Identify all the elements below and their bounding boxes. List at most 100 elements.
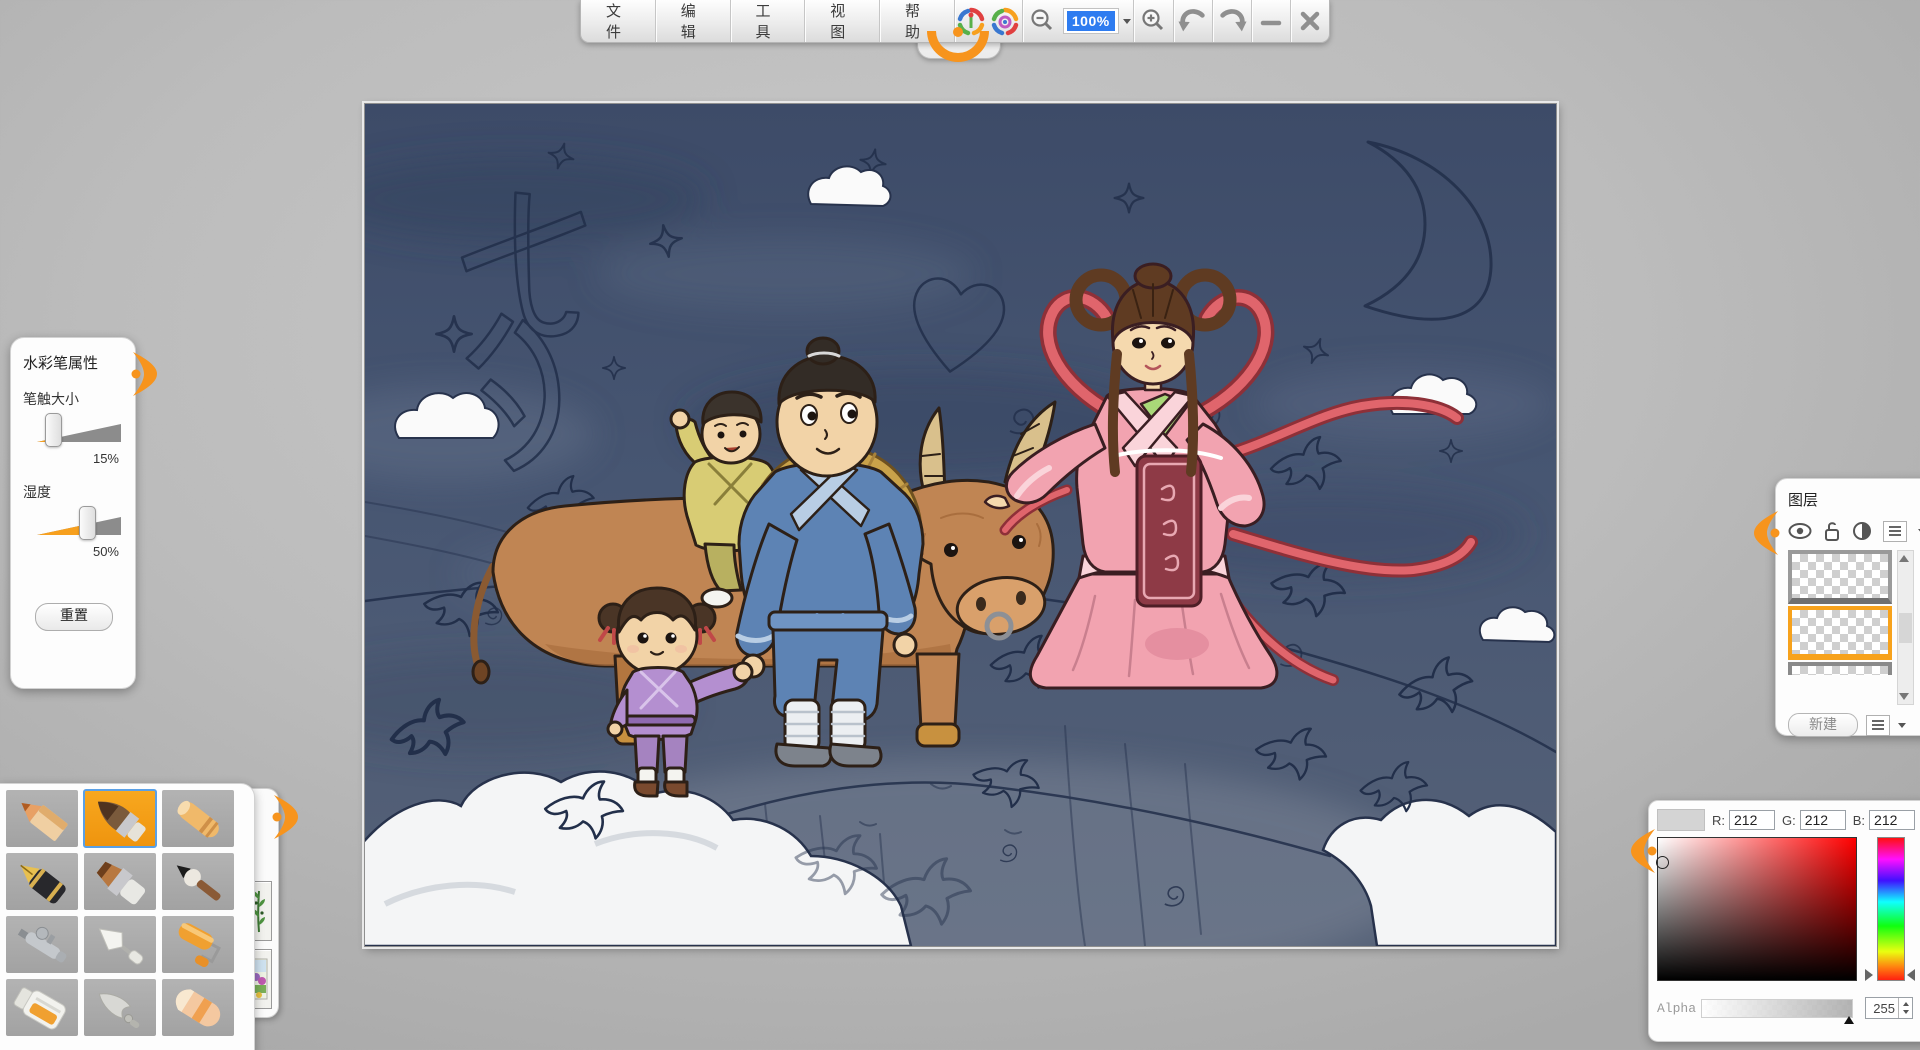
colored-pencil-icon	[10, 794, 74, 844]
crayon-icon	[166, 794, 230, 844]
scrollbar-thumb[interactable]	[1899, 613, 1912, 643]
brush-panel-title: 水彩笔属性	[23, 352, 125, 373]
zoom-level-value: 100%	[1067, 11, 1115, 31]
paint-jar-icon	[10, 983, 74, 1033]
zoom-in-icon	[1140, 8, 1166, 34]
zoom-in-button[interactable]	[1134, 0, 1172, 42]
tool-colored-pencil[interactable]	[6, 790, 78, 847]
layer-lock-icon[interactable]	[1823, 520, 1841, 542]
layers-handle-icon[interactable]	[1754, 511, 1780, 555]
menu-help-label: 帮助	[905, 0, 929, 42]
panel-handle-icon[interactable]	[131, 352, 157, 396]
brush-size-label: 笔触大小	[23, 389, 125, 409]
new-layer-button[interactable]: 新建	[1788, 713, 1858, 737]
reset-button[interactable]: 重置	[35, 603, 113, 631]
tool-calligraphy-brush[interactable]	[162, 853, 234, 910]
tool-paint-jar[interactable]	[6, 979, 78, 1036]
undo-button[interactable]	[1173, 0, 1211, 42]
wetness-fill	[37, 515, 79, 535]
menu-tools[interactable]: 工具	[731, 0, 805, 42]
red-label: R:	[1712, 813, 1725, 828]
layer-list-menu-button[interactable]	[1866, 715, 1890, 736]
alpha-value-field[interactable]: 255	[1865, 997, 1913, 1019]
color-panel-handle-icon[interactable]	[1631, 829, 1657, 873]
alpha-value: 255	[1866, 1001, 1898, 1016]
brush-size-slider[interactable]	[23, 413, 125, 447]
alpha-spinner[interactable]	[1898, 998, 1912, 1018]
wetness-value: 50%	[23, 544, 125, 559]
zoom-level-field[interactable]: 100%	[1063, 8, 1119, 34]
zoom-out-icon	[1029, 8, 1055, 34]
close-button[interactable]	[1291, 0, 1329, 42]
flat-brush-icon	[88, 857, 152, 907]
layer-menu-button[interactable]	[1883, 521, 1907, 542]
wetness-slider[interactable]	[23, 506, 125, 540]
zoom-level-dropdown[interactable]	[1121, 0, 1134, 42]
mascot-right-eye-button[interactable]	[990, 7, 1020, 37]
redo-button[interactable]	[1212, 0, 1250, 42]
layer-row-3-partial[interactable]	[1788, 662, 1892, 675]
tool-crayon[interactable]	[162, 790, 234, 847]
tool-palette-knife[interactable]	[84, 916, 156, 973]
menu-edit-label: 编辑	[681, 0, 705, 42]
layer-opacity-icon[interactable]	[1852, 521, 1872, 541]
canvas-artwork	[365, 104, 1556, 946]
hue-marker-right-icon[interactable]	[1907, 969, 1915, 981]
layers-panel: 图层 新建	[1775, 478, 1920, 736]
redo-icon	[1217, 6, 1247, 36]
tool-ink-brush[interactable]	[84, 790, 156, 847]
layers-scrollbar[interactable]	[1897, 550, 1914, 705]
green-field[interactable]	[1800, 810, 1846, 830]
blue-field[interactable]	[1869, 810, 1915, 830]
minimize-icon	[1259, 9, 1283, 33]
tool-painting-knife[interactable]	[84, 979, 156, 1036]
fountain-pen-icon	[10, 857, 74, 907]
minimize-button[interactable]	[1252, 0, 1290, 42]
tool-fountain-pen[interactable]	[6, 853, 78, 910]
brush-size-handle[interactable]	[45, 413, 62, 447]
hue-marker-left-icon[interactable]	[1865, 969, 1873, 981]
saturation-value-picker[interactable]	[1657, 837, 1857, 981]
alpha-marker-icon[interactable]	[1844, 1016, 1854, 1024]
tool-grid	[6, 790, 248, 1036]
undo-icon	[1178, 6, 1208, 36]
layer-row-1[interactable]	[1788, 550, 1892, 604]
tool-airbrush[interactable]	[6, 916, 78, 973]
alpha-slider[interactable]	[1701, 999, 1853, 1018]
scroll-up-icon[interactable]	[1899, 555, 1909, 562]
calligraphy-brush-icon	[166, 857, 230, 907]
palette-handle-icon[interactable]	[272, 795, 298, 839]
menu-view[interactable]: 视图	[805, 0, 879, 42]
sv-cursor[interactable]	[1656, 856, 1669, 869]
chevron-down-icon	[1123, 19, 1131, 24]
hue-slider[interactable]	[1877, 837, 1905, 981]
tool-eraser[interactable]	[162, 979, 234, 1036]
wetness-handle[interactable]	[79, 506, 96, 540]
ink-brush-icon	[88, 794, 152, 844]
menu-tools-label: 工具	[756, 0, 780, 42]
alpha-label: Alpha	[1657, 1001, 1701, 1016]
menu-file[interactable]: 文件	[581, 0, 655, 42]
color-picker-panel: R: G: B: Alpha 255	[1648, 800, 1920, 1042]
layer-visibility-icon[interactable]	[1788, 522, 1812, 540]
airbrush-icon	[10, 920, 74, 970]
tool-flat-brush[interactable]	[84, 853, 156, 910]
eraser-icon	[166, 983, 230, 1033]
painting-knife-icon	[88, 983, 152, 1033]
scroll-down-icon[interactable]	[1899, 693, 1909, 700]
layer-row-2-selected[interactable]	[1788, 606, 1892, 660]
red-field[interactable]	[1729, 810, 1775, 830]
zoom-out-button[interactable]	[1023, 0, 1061, 42]
tool-paint-roller[interactable]	[162, 916, 234, 973]
brush-properties-panel: 水彩笔属性 笔触大小 15% 湿度 50% 重置	[10, 337, 136, 689]
menu-view-label: 视图	[830, 0, 854, 42]
current-color-swatch[interactable]	[1657, 809, 1705, 831]
green-label: G:	[1782, 813, 1796, 828]
drawing-canvas[interactable]: 七夕	[364, 103, 1557, 947]
menu-edit[interactable]: 编辑	[656, 0, 730, 42]
palette-knife-icon	[88, 920, 152, 970]
wetness-label: 湿度	[23, 482, 125, 502]
menu-file-label: 文件	[606, 0, 630, 42]
layer-list-dropdown-icon[interactable]	[1898, 723, 1906, 728]
layers-panel-title: 图层	[1788, 489, 1920, 510]
